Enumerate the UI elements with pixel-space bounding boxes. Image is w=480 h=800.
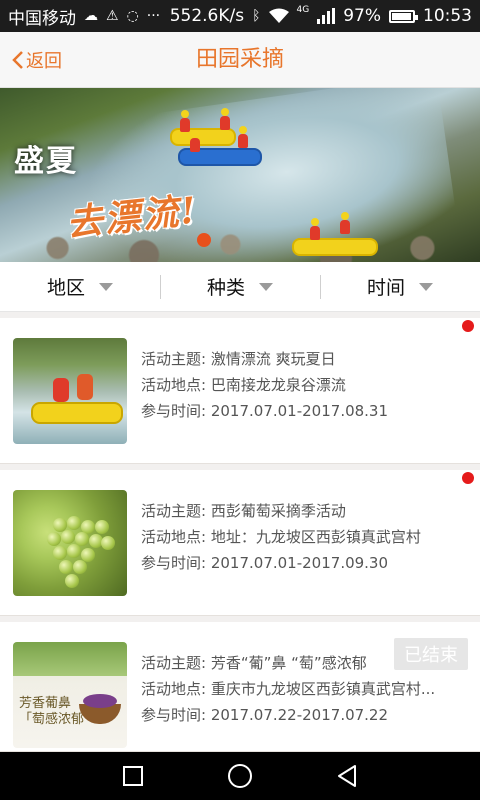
activity-time: 参与时间: 2017.07.01-2017.09.30 [141, 550, 474, 576]
grape-berry-image [47, 532, 61, 546]
back-nav-button[interactable] [307, 752, 387, 800]
thumbnail-caption-line: 芳香葡鼻 [19, 696, 72, 711]
thumbnail-caption-line: 「萄感浓郁 [19, 712, 85, 727]
clock: 10:53 [423, 6, 472, 26]
square-icon [123, 766, 143, 786]
activity-thumbnail [13, 490, 127, 596]
filter-time[interactable]: 时间 [320, 262, 480, 311]
rafter-image [190, 130, 200, 152]
activity-time: 参与时间: 2017.07.22-2017.07.22 [141, 702, 474, 728]
time-label: 参与时间: [141, 402, 207, 420]
time-label: 参与时间: [141, 554, 207, 572]
bluetooth-icon: ᛒ [252, 8, 261, 24]
network-speed: 552.6K/s [169, 6, 245, 26]
activity-theme: 活动主题: 西彭葡萄采摘季活动 [141, 498, 474, 524]
signal-icon [317, 8, 336, 24]
activity-thumbnail: 芳香葡鼻 「萄感浓郁 [13, 642, 127, 748]
page-title: 田园采摘 [195, 47, 284, 72]
filter-category[interactable]: 种类 [160, 262, 320, 311]
filter-category-label: 种类 [206, 277, 245, 299]
activity-place: 活动地点: 重庆市九龙坡区西彭镇真武宫村... [141, 676, 474, 702]
time-value: 2017.07.01-2017.09.30 [210, 554, 389, 572]
place-label: 活动地点: [141, 528, 207, 546]
grape-berry-image [73, 560, 87, 574]
filter-bar: 地区 种类 时间 [0, 262, 480, 312]
raft-image [31, 402, 123, 424]
grape-berry-image [59, 560, 73, 574]
new-indicator-dot [462, 472, 474, 484]
battery-percent: 97% [343, 6, 381, 26]
activity-card[interactable]: 活动主题: 激情漂流 爽玩夏日 活动地点: 巴南接龙龙泉谷漂流 参与时间: 20… [0, 318, 480, 464]
status-bar: 中国移动 ☁ ⚠ ◌ ··· 552.6K/s ᛒ 4G 97% 10:53 [0, 0, 480, 32]
place-value: 巴南接龙龙泉谷漂流 [210, 376, 346, 394]
time-value: 2017.07.01-2017.08.31 [210, 402, 389, 420]
place-value: 重庆市九龙坡区西彭镇真武宫村... [210, 680, 436, 698]
grape-berry-image [61, 530, 75, 544]
activity-card[interactable]: 已结束 芳香葡鼻 「萄感浓郁 活动主题: 芳香“葡”鼻 “萄”感浓郁 活动地点:… [0, 622, 480, 752]
filter-time-label: 时间 [366, 277, 405, 299]
system-nav-bar [0, 752, 480, 800]
carrier-name: 中国移动 [8, 8, 76, 29]
banner-headline: 盛夏 [14, 144, 78, 179]
circle-icon [228, 764, 252, 788]
filter-region[interactable]: 地区 [0, 262, 160, 311]
message-icon: ◌ [126, 8, 139, 24]
theme-label: 活动主题: [141, 654, 207, 672]
grape-berry-image [95, 520, 109, 534]
battery-icon [389, 9, 418, 23]
activity-place: 活动地点: 地址：九龙坡区西彭镇真武宫村 [141, 524, 474, 550]
title-bar: 返回 田园采摘 [0, 32, 480, 88]
vine-leaves-image [13, 642, 127, 676]
activity-time: 参与时间: 2017.07.01-2017.08.31 [141, 398, 474, 424]
activity-theme: 活动主题: 芳香“葡”鼻 “萄”感浓郁 [141, 650, 474, 676]
theme-value: 激情漂流 爽玩夏日 [210, 350, 336, 368]
warning-icon: ⚠ [106, 8, 119, 24]
activity-place: 活动地点: 巴南接龙龙泉谷漂流 [141, 372, 474, 398]
grape-berry-image [67, 516, 81, 530]
battery-fill [392, 12, 412, 20]
home-button[interactable] [200, 752, 280, 800]
time-label: 参与时间: [141, 706, 207, 724]
activity-theme: 活动主题: 激情漂流 爽玩夏日 [141, 346, 474, 372]
rafter-image [53, 378, 69, 402]
weather-icon: ☁ [84, 8, 98, 24]
theme-label: 活动主题: [141, 350, 207, 368]
activity-thumbnail [13, 338, 127, 444]
grape-berry-image [65, 574, 79, 588]
activity-card[interactable]: 活动主题: 西彭葡萄采摘季活动 活动地点: 地址：九龙坡区西彭镇真武宫村 参与时… [0, 470, 480, 616]
caret-down-icon [419, 282, 433, 291]
rafter-image [340, 212, 350, 234]
rafter-image [220, 108, 230, 130]
time-value: 2017.07.22-2017.07.22 [210, 706, 389, 724]
wifi-icon [268, 8, 289, 23]
grape-berry-image [53, 546, 67, 560]
more-icon: ··· [146, 8, 161, 24]
theme-label: 活动主题: [141, 502, 207, 520]
filter-region-label: 地区 [46, 277, 85, 299]
grape-berry-image [67, 544, 81, 558]
grape-berry-image [101, 536, 115, 550]
raft-image [292, 238, 378, 256]
theme-value: 西彭葡萄采摘季活动 [210, 502, 346, 520]
thumbnail-caption: 芳香葡鼻 「萄感浓郁 [19, 696, 84, 728]
triangle-back-icon [338, 765, 356, 787]
rafter-image [238, 126, 248, 148]
caret-down-icon [259, 282, 273, 291]
place-value: 地址：九龙坡区西彭镇真武宫村 [210, 528, 421, 546]
caret-down-icon [99, 282, 113, 291]
rafter-image [310, 218, 320, 240]
carousel-indicator-dot [197, 233, 211, 247]
promo-banner[interactable]: 盛夏 去漂流! [0, 88, 480, 262]
new-indicator-dot [462, 320, 474, 332]
rafter-image [180, 110, 190, 132]
theme-value: 芳香“葡”鼻 “萄”感浓郁 [210, 654, 367, 672]
rafter-image [77, 374, 93, 400]
grape-bowl-image [79, 694, 121, 724]
network-type-label: 4G [296, 5, 310, 15]
recent-apps-button[interactable] [93, 752, 173, 800]
place-label: 活动地点: [141, 376, 207, 394]
place-label: 活动地点: [141, 680, 207, 698]
